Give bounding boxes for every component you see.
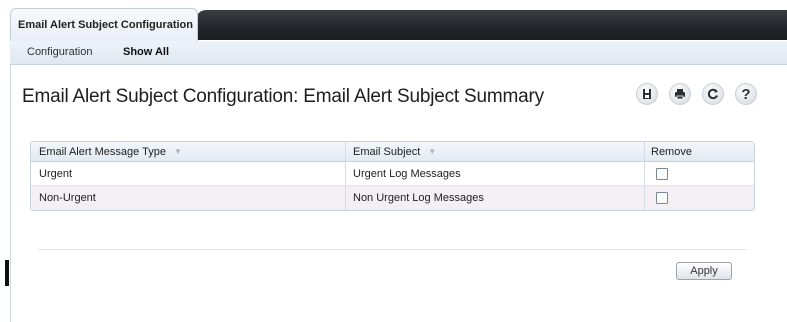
- column-divider: [345, 186, 346, 210]
- tab-label: Email Alert Subject Configuration: [18, 19, 193, 31]
- subnav-show-all[interactable]: Show All: [123, 46, 169, 58]
- cell-message-type: Urgent: [39, 167, 73, 180]
- subnav-configuration[interactable]: Configuration: [27, 46, 92, 58]
- column-header-label: Email Subject: [353, 145, 421, 158]
- left-edge-marker: [5, 260, 9, 286]
- sub-navigation: Configuration Show All: [10, 41, 787, 65]
- column-header-message-type[interactable]: Email Alert Message Type ▼: [39, 142, 182, 161]
- column-divider: [644, 142, 645, 161]
- table-row: Urgent Urgent Log Messages: [31, 162, 754, 186]
- print-icon[interactable]: [669, 83, 691, 105]
- page-title: Email Alert Subject Configuration: Email…: [22, 86, 544, 107]
- save-icon[interactable]: [636, 83, 658, 105]
- refresh-icon[interactable]: [702, 83, 724, 105]
- cell-email-subject: Urgent Log Messages: [353, 167, 461, 180]
- tab-email-alert-subject-configuration[interactable]: Email Alert Subject Configuration: [10, 8, 198, 42]
- column-divider: [644, 162, 645, 185]
- cell-message-type: Non-Urgent: [39, 192, 96, 204]
- sort-icon[interactable]: ▼: [174, 147, 182, 156]
- section-divider: [38, 249, 747, 250]
- column-header-label: Email Alert Message Type: [39, 145, 166, 158]
- remove-checkbox[interactable]: [656, 192, 668, 204]
- help-glyph: ?: [741, 85, 751, 103]
- help-icon[interactable]: ?: [735, 83, 757, 105]
- top-bar: Email Alert Subject Configuration: [0, 0, 787, 42]
- sort-icon[interactable]: ▼: [428, 147, 436, 156]
- table-header: Email Alert Message Type ▼ Email Subject…: [31, 142, 754, 162]
- column-divider: [345, 162, 346, 185]
- column-divider: [345, 142, 346, 161]
- email-alert-subject-table: Email Alert Message Type ▼ Email Subject…: [30, 141, 755, 211]
- column-divider: [644, 186, 645, 210]
- column-header-remove: Remove: [651, 145, 692, 158]
- column-header-email-subject[interactable]: Email Subject ▼: [353, 142, 436, 161]
- cell-email-subject: Non Urgent Log Messages: [353, 192, 484, 204]
- header-dark-bar: [196, 10, 787, 40]
- apply-button[interactable]: Apply: [676, 262, 732, 280]
- remove-checkbox[interactable]: [656, 168, 668, 180]
- table-row: Non-Urgent Non Urgent Log Messages: [31, 186, 754, 210]
